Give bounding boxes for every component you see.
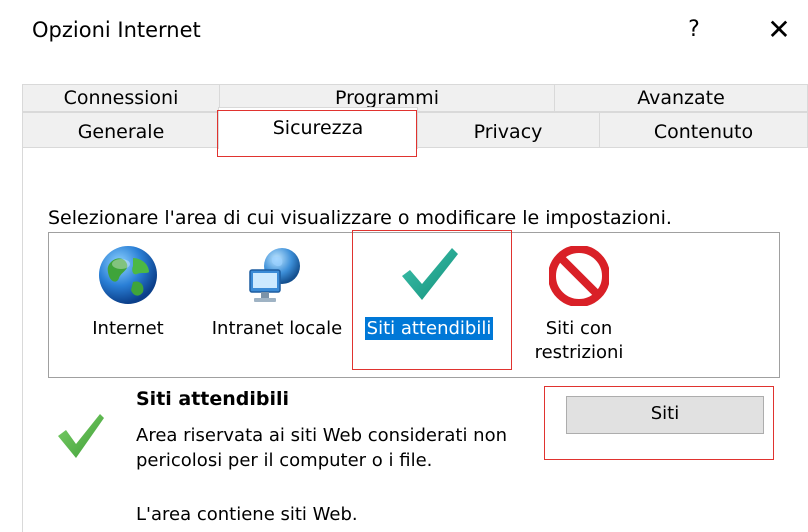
- zone-label: Intranet locale: [211, 318, 343, 339]
- zone-site-status: L'area contiene siti Web.: [136, 504, 358, 525]
- checkmark-icon: [58, 414, 104, 458]
- zone-intranet-locale[interactable]: Intranet locale: [204, 244, 350, 342]
- tab-label: Contenuto: [653, 121, 754, 143]
- tab-generale[interactable]: Generale: [22, 112, 220, 148]
- tab-contenuto[interactable]: Contenuto: [599, 112, 808, 148]
- tab-label: Generale: [77, 121, 165, 143]
- tab-label: Sicurezza: [272, 117, 364, 139]
- zone-label-line1: Siti con: [545, 318, 613, 339]
- tab-label: Privacy: [473, 121, 543, 143]
- network-icon: [249, 248, 300, 302]
- zone-label-line2: restrizioni: [534, 342, 624, 363]
- zone-internet[interactable]: Internet: [76, 244, 180, 342]
- restricted-icon: [549, 246, 609, 306]
- tab-sicurezza[interactable]: Sicurezza: [218, 107, 418, 149]
- tab-privacy[interactable]: Privacy: [416, 112, 600, 148]
- tab-label: Avanzate: [637, 87, 725, 109]
- zone-label-wrap: Siti attendibili: [354, 317, 504, 340]
- tab-connessioni[interactable]: Connessioni: [22, 84, 220, 112]
- zone-label: Siti attendibili: [364, 317, 494, 340]
- zone-siti-con-restrizioni[interactable]: Siti con restrizioni: [524, 244, 634, 368]
- close-button[interactable]: ✕: [764, 14, 794, 46]
- sites-button[interactable]: Siti: [566, 396, 764, 434]
- zone-title: Siti attendibili: [136, 388, 290, 410]
- zone-instruction: Selezionare l'area di cui visualizzare o…: [48, 207, 672, 229]
- zone-label: Internet: [92, 318, 164, 339]
- zone-siti-attendibili[interactable]: Siti attendibili: [354, 244, 504, 342]
- globe-icon: [99, 246, 157, 304]
- checkmark-icon: [402, 248, 458, 300]
- tab-avanzate[interactable]: Avanzate: [554, 84, 808, 112]
- window-title: Opzioni Internet: [32, 18, 201, 42]
- help-button[interactable]: ?: [680, 14, 708, 46]
- tab-label: Connessioni: [63, 87, 179, 109]
- zone-description: Area riservata ai siti Web considerati n…: [136, 425, 508, 471]
